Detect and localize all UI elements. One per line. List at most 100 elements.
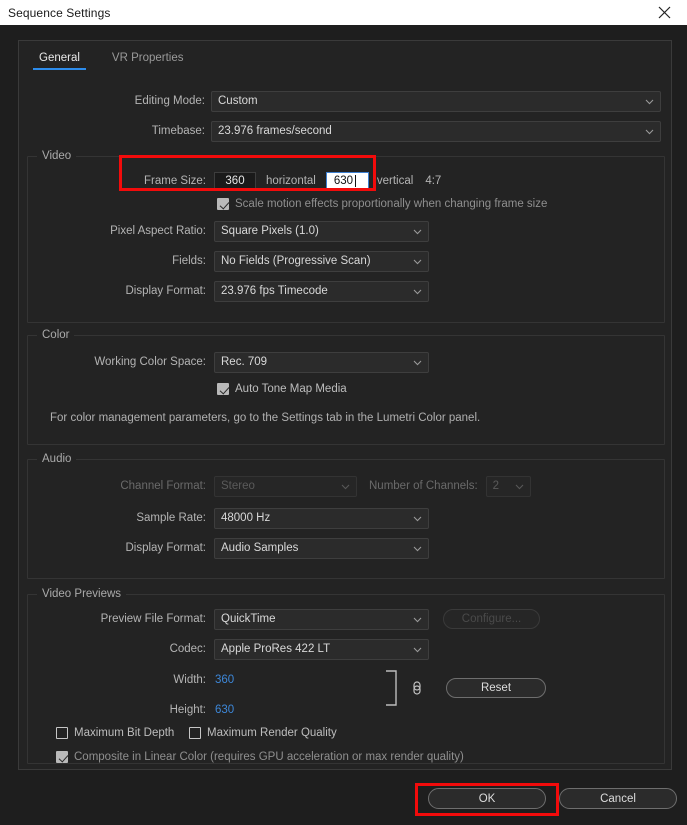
color-group: Color Working Color Space: Rec. 709 Auto…: [27, 335, 665, 445]
preview-file-format-select[interactable]: QuickTime: [214, 609, 429, 630]
timebase-row: Timebase: 23.976 frames/second: [19, 121, 671, 141]
editing-mode-row: Editing Mode: Custom: [19, 91, 671, 111]
vertical-label: vertical: [377, 175, 413, 187]
working-color-space-label: Working Color Space:: [28, 356, 206, 368]
frame-height-input[interactable]: 630: [326, 172, 369, 191]
timebase-select[interactable]: 23.976 frames/second: [211, 121, 661, 142]
settings-panel: General VR Properties Editing Mode: Cust…: [18, 40, 672, 770]
chevron-down-icon: [413, 546, 421, 551]
preview-file-format-value: QuickTime: [221, 613, 276, 625]
audio-display-format-select[interactable]: Audio Samples: [214, 538, 429, 559]
configure-button: Configure...: [443, 609, 540, 629]
composite-linear-color-label: Composite in Linear Color (requires GPU …: [74, 751, 464, 763]
chevron-down-icon: [413, 229, 421, 234]
maximum-bit-depth-checkbox[interactable]: [56, 727, 68, 739]
preview-height-value[interactable]: 630: [215, 704, 234, 716]
maximum-render-quality-label: Maximum Render Quality: [207, 727, 337, 739]
sequence-settings-dialog: General VR Properties Editing Mode: Cust…: [0, 25, 687, 825]
preview-file-format-label: Preview File Format:: [28, 613, 206, 625]
color-management-note: For color management parameters, go to t…: [50, 412, 480, 424]
timebase-value: 23.976 frames/second: [218, 125, 332, 137]
editing-mode-select[interactable]: Custom: [211, 91, 661, 112]
chevron-down-icon: [413, 360, 421, 365]
tab-general[interactable]: General: [33, 49, 86, 70]
codec-label: Codec:: [28, 643, 206, 655]
cancel-button[interactable]: Cancel: [559, 788, 677, 809]
channel-format-label: Channel Format:: [28, 480, 206, 492]
auto-tone-map-label: Auto Tone Map Media: [235, 383, 347, 395]
codec-value: Apple ProRes 422 LT: [221, 643, 330, 655]
audio-group: Audio Channel Format: Stereo Number of C…: [27, 459, 665, 579]
chevron-down-icon: [515, 484, 523, 489]
scale-motion-label: Scale motion effects proportionally when…: [235, 198, 547, 210]
composite-linear-color-checkbox[interactable]: [56, 751, 68, 763]
scale-motion-row: Scale motion effects proportionally when…: [217, 198, 547, 210]
video-display-format-select[interactable]: 23.976 fps Timecode: [214, 281, 429, 302]
aspect-ratio-value: 4:7: [425, 175, 441, 187]
audio-display-format-row: Display Format: Audio Samples: [28, 538, 664, 558]
preview-height-label: Height:: [28, 704, 206, 716]
video-previews-group-title: Video Previews: [37, 588, 126, 600]
window-title: Sequence Settings: [8, 6, 110, 20]
chain-link-icon[interactable]: [411, 680, 423, 701]
scale-motion-checkbox[interactable]: [217, 198, 229, 210]
working-color-space-value: Rec. 709: [221, 356, 267, 368]
video-group: Video Frame Size: 360 horizontal 630 ver…: [27, 156, 665, 323]
chevron-down-icon: [645, 129, 653, 134]
auto-tone-map-row: Auto Tone Map Media: [217, 383, 347, 395]
pixel-aspect-ratio-select[interactable]: Square Pixels (1.0): [214, 221, 429, 242]
working-color-space-select[interactable]: Rec. 709: [214, 352, 429, 373]
audio-display-format-label: Display Format:: [28, 542, 206, 554]
frame-width-input[interactable]: 360: [214, 172, 256, 191]
tab-vr-properties[interactable]: VR Properties: [106, 49, 190, 70]
maximum-bit-depth-row: Maximum Bit Depth: [56, 727, 174, 739]
window-titlebar: Sequence Settings: [0, 0, 687, 25]
horizontal-label: horizontal: [266, 175, 316, 187]
number-of-channels-select: 2: [486, 476, 531, 497]
preview-width-value[interactable]: 360: [215, 674, 234, 686]
video-previews-group: Video Previews Preview File Format: Quic…: [27, 594, 665, 764]
editing-mode-label: Editing Mode:: [19, 95, 205, 107]
chevron-down-icon: [645, 99, 653, 104]
maximum-render-quality-row: Maximum Render Quality: [189, 727, 337, 739]
fields-select[interactable]: No Fields (Progressive Scan): [214, 251, 429, 272]
working-color-space-row: Working Color Space: Rec. 709: [28, 352, 664, 372]
ok-button[interactable]: OK: [428, 788, 546, 809]
codec-row: Codec: Apple ProRes 422 LT: [28, 639, 664, 659]
sample-rate-value: 48000 Hz: [221, 512, 270, 524]
preview-height-row: Height: 630: [28, 700, 664, 720]
close-icon: [658, 6, 671, 19]
sample-rate-label: Sample Rate:: [28, 512, 206, 524]
pixel-aspect-ratio-label: Pixel Aspect Ratio:: [28, 225, 206, 237]
close-button[interactable]: [641, 0, 687, 25]
channel-format-row: Channel Format: Stereo Number of Channel…: [28, 476, 664, 496]
preview-file-format-row: Preview File Format: QuickTime Configure…: [28, 609, 664, 629]
preview-width-row: Width: 360: [28, 670, 664, 690]
audio-group-title: Audio: [37, 453, 76, 465]
sample-rate-select[interactable]: 48000 Hz: [214, 508, 429, 529]
timebase-label: Timebase:: [19, 125, 205, 137]
fields-value: No Fields (Progressive Scan): [221, 255, 371, 267]
codec-select[interactable]: Apple ProRes 422 LT: [214, 639, 429, 660]
auto-tone-map-checkbox[interactable]: [217, 383, 229, 395]
number-of-channels-label: Number of Channels:: [369, 480, 478, 492]
audio-display-format-value: Audio Samples: [221, 542, 298, 554]
fields-label: Fields:: [28, 255, 206, 267]
frame-size-row: Frame Size: 360 horizontal 630 vertical …: [28, 171, 664, 191]
composite-linear-color-row: Composite in Linear Color (requires GPU …: [56, 751, 464, 763]
maximum-render-quality-checkbox[interactable]: [189, 727, 201, 739]
text-cursor: [355, 175, 356, 187]
chevron-down-icon: [413, 259, 421, 264]
reset-button[interactable]: Reset: [446, 678, 546, 698]
maximum-bit-depth-label: Maximum Bit Depth: [74, 727, 174, 739]
editing-mode-value: Custom: [218, 95, 258, 107]
video-display-format-label: Display Format:: [28, 285, 206, 297]
color-group-title: Color: [37, 329, 74, 341]
video-group-title: Video: [37, 150, 76, 162]
chevron-down-icon: [413, 289, 421, 294]
preview-width-label: Width:: [28, 674, 206, 686]
pixel-aspect-ratio-value: Square Pixels (1.0): [221, 225, 319, 237]
frame-height-value: 630: [334, 175, 353, 187]
frame-size-label: Frame Size:: [28, 175, 206, 187]
fields-row: Fields: No Fields (Progressive Scan): [28, 251, 664, 271]
